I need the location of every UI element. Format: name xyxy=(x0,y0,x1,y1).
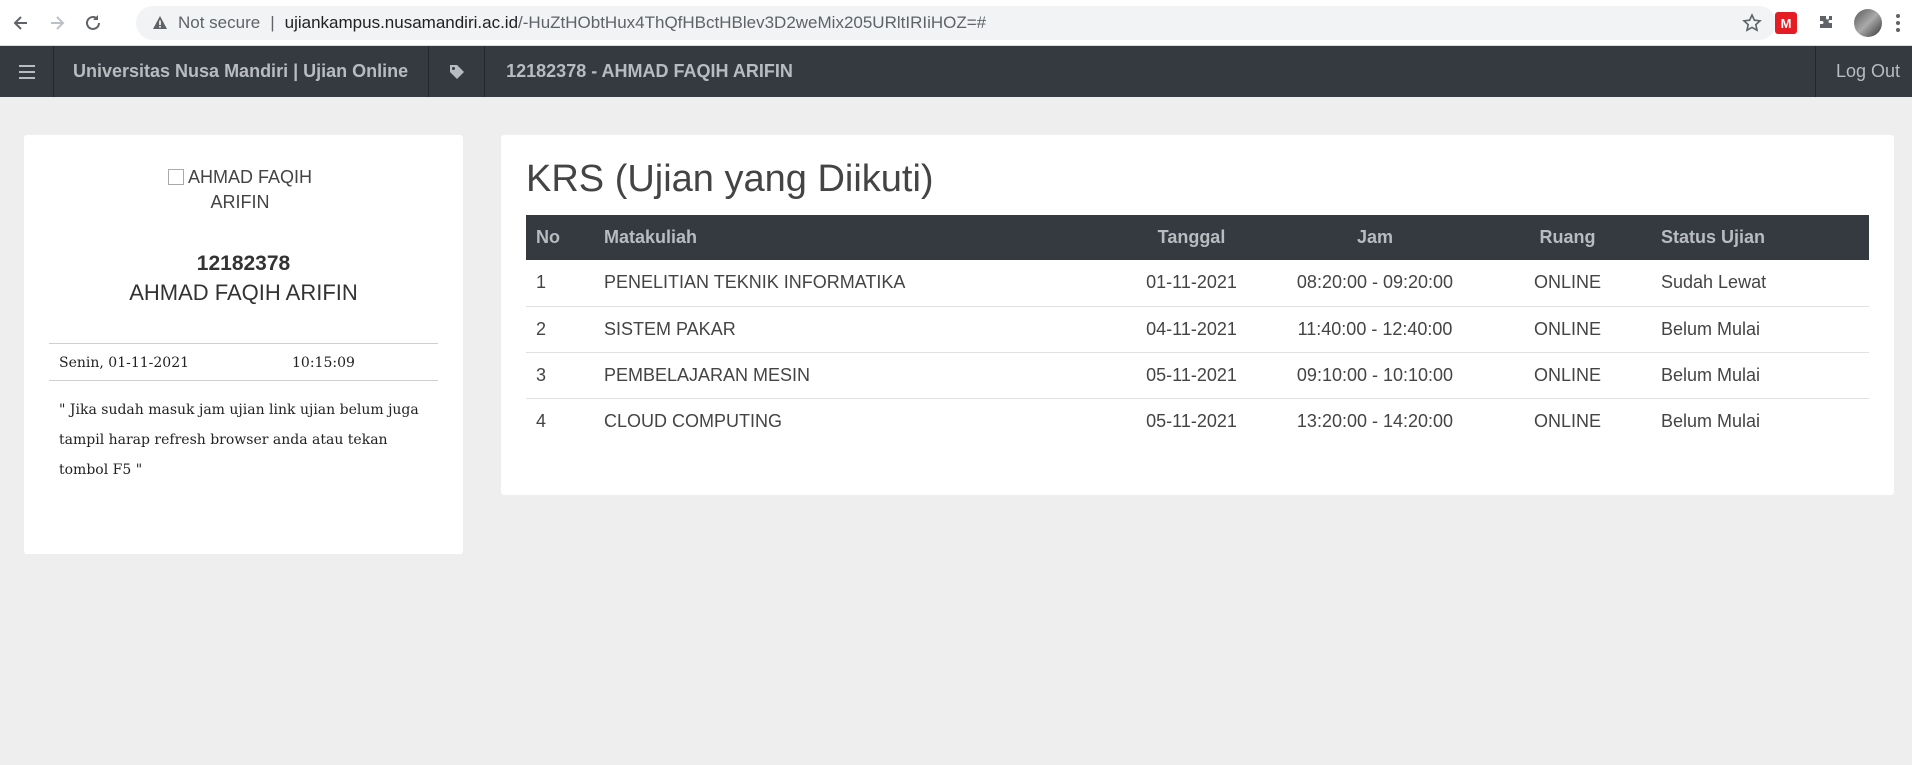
col-header-tanggal: Tanggal xyxy=(1157,227,1226,247)
navbar-brand[interactable]: Universitas Nusa Mandiri | Ujian Online xyxy=(54,46,430,97)
table-header-row: No Matakuliah Tanggal Jam Ruang Status U… xyxy=(526,215,1869,260)
star-icon[interactable] xyxy=(1742,13,1762,33)
top-navbar: Universitas Nusa Mandiri | Ujian Online … xyxy=(0,46,1912,97)
browser-toolbar: Not secure | ujiankampus.nusamandiri.ac.… xyxy=(0,0,1912,46)
extensions-area: M xyxy=(1774,0,1912,46)
logout-button[interactable]: Log Out xyxy=(1814,46,1912,97)
reload-icon[interactable] xyxy=(78,8,108,38)
profile-photo-alt: AHMAD FAQIH ARIFIN xyxy=(187,167,312,212)
cell-jam: 08:20:00 - 09:20:00 xyxy=(1266,260,1484,307)
tag-icon[interactable] xyxy=(429,46,486,97)
col-header-jam: Jam xyxy=(1356,227,1394,247)
not-secure-label: Not secure xyxy=(178,13,261,32)
col-header-status: Status Ujian xyxy=(1661,227,1766,247)
menu-dots-icon[interactable] xyxy=(1894,14,1902,32)
cell-no: 3 xyxy=(526,352,594,399)
profile-avatar[interactable] xyxy=(1854,9,1882,37)
forward-arrow-icon[interactable] xyxy=(42,8,72,38)
cell-matakuliah: SISTEM PAKAR xyxy=(594,306,1117,353)
cell-matakuliah: PENELITIAN TEKNIK INFORMATIKA xyxy=(594,260,1117,307)
cell-ruang: ONLINE xyxy=(1484,260,1651,307)
table-row: 1 PENELITIAN TEKNIK INFORMATIKA 01-11-20… xyxy=(526,260,1869,307)
cell-status: Belum Mulai xyxy=(1651,306,1869,353)
student-name: AHMAD FAQIH ARIFIN xyxy=(129,280,358,305)
puzzle-icon[interactable] xyxy=(1814,11,1838,35)
cell-status: Belum Mulai xyxy=(1661,410,1761,431)
cell-status: Sudah Lewat xyxy=(1651,260,1869,307)
student-id: 12182378 xyxy=(196,252,291,275)
col-header-ruang: Ruang xyxy=(1539,227,1596,247)
profile-photo: AHMAD FAQIH ARIFIN xyxy=(150,165,330,215)
exam-note: " Jika sudah masuk jam ujian link ujian … xyxy=(59,402,419,478)
address-bar[interactable]: Not secure | ujiankampus.nusamandiri.ac.… xyxy=(136,6,1776,40)
cell-no: 2 xyxy=(526,306,594,353)
cell-matakuliah: PEMBELAJARAN MESIN xyxy=(594,352,1117,399)
krs-card: KRS (Ujian yang Diikuti) No Matakuliah T… xyxy=(501,135,1894,495)
url-path: /-HuZtHObtHux4ThQfHBctHBlev3D2weMix205UR… xyxy=(518,13,987,32)
warning-icon xyxy=(153,16,167,29)
cell-tanggal: 01-11-2021 xyxy=(1117,260,1266,307)
navbar-user: 12182378 - AHMAD FAQIH ARIFIN xyxy=(506,61,793,81)
current-date: Senin, 01-11-2021 xyxy=(59,355,190,371)
cell-jam: 13:20:00 - 14:20:00 xyxy=(1296,410,1454,431)
url-host: ujiankampus.nusamandiri.ac.id xyxy=(284,13,519,32)
hamburger-menu-icon[interactable] xyxy=(0,46,54,97)
page-title: KRS (Ujian yang Diikuti) xyxy=(526,158,934,200)
cell-ruang: ONLINE xyxy=(1533,410,1602,431)
cell-no: 1 xyxy=(526,260,594,307)
exam-table: No Matakuliah Tanggal Jam Ruang Status U… xyxy=(526,215,1869,444)
cell-ruang: ONLINE xyxy=(1484,352,1651,399)
cell-ruang: ONLINE xyxy=(1484,306,1651,353)
table-row: 2 SISTEM PAKAR 04-11-2021 11:40:00 - 12:… xyxy=(526,306,1869,353)
col-header-no: No xyxy=(536,227,560,247)
date-time-row: Senin, 01-11-2021 10:15:09 xyxy=(49,343,438,381)
cell-jam: 09:10:00 - 10:10:00 xyxy=(1266,352,1484,399)
col-header-matakuliah: Matakuliah xyxy=(604,227,698,247)
table-row: 4 CLOUD COMPUTING 05-11-2021 13:20:00 - … xyxy=(526,398,1869,444)
back-arrow-icon[interactable] xyxy=(6,8,36,38)
current-time: 10:15:09 xyxy=(292,355,355,371)
profile-card: AHMAD FAQIH ARIFIN 12182378 AHMAD FAQIH … xyxy=(24,135,463,554)
broken-image-icon xyxy=(167,169,184,185)
security-indicator[interactable]: Not secure xyxy=(152,13,260,33)
cell-tanggal: 04-11-2021 xyxy=(1117,306,1266,353)
cell-no: 4 xyxy=(536,410,547,431)
cell-jam: 11:40:00 - 12:40:00 xyxy=(1266,306,1484,353)
cell-matakuliah: CLOUD COMPUTING xyxy=(604,410,783,431)
cell-status: Belum Mulai xyxy=(1651,352,1869,399)
cell-tanggal: 05-11-2021 xyxy=(1146,410,1237,431)
extension-icon[interactable]: M xyxy=(1774,11,1798,35)
cell-tanggal: 05-11-2021 xyxy=(1117,352,1266,399)
table-row: 3 PEMBELAJARAN MESIN 05-11-2021 09:10:00… xyxy=(526,352,1869,399)
address-separator: | xyxy=(270,13,275,32)
